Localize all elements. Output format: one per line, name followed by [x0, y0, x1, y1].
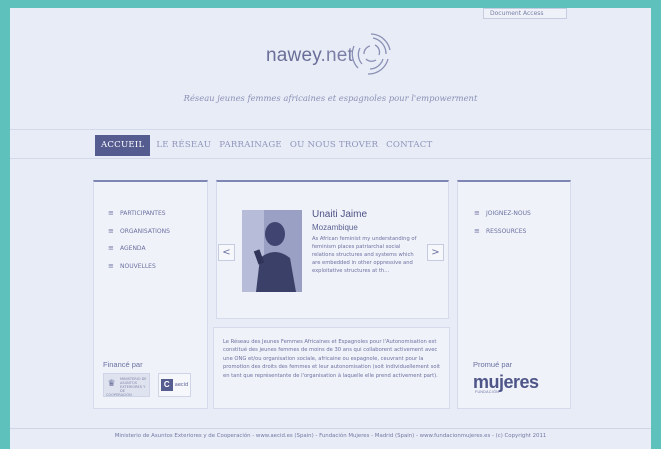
fundacion-label: FUNDACIÓN	[475, 390, 500, 394]
stack-icon: ≡	[108, 244, 114, 253]
main-nav: ACCUEIL LE RÉSEAU PARRAINAGE OU NOUS TRO…	[95, 135, 436, 156]
site-logo[interactable]: nawey.net	[266, 45, 353, 67]
tagline: Réseau jeunes femmes africaines et espag…	[183, 93, 478, 103]
right-menu: ≡ JOIGNEZ-NOUS ≡ RESSOURCES	[474, 205, 531, 240]
aecid-logo-text: aecid	[174, 382, 189, 388]
nav-item-parrainage[interactable]: PARRAINAGE	[215, 135, 286, 156]
left-sidebar: ≡ PARTICIPANTES ≡ ORGANISATIONS ≡ AGENDA ≡ N…	[93, 180, 208, 409]
stack-icon: ≡	[474, 209, 480, 218]
nav-item-le-reseau[interactable]: LE RÉSEAU	[152, 135, 215, 156]
menu-item-label: RESSOURCES	[486, 227, 527, 235]
stack-icon: ≡	[474, 226, 480, 235]
mujeres-logo[interactable]: mujeres	[473, 373, 539, 391]
featured-name[interactable]: Unaiti Jaime	[312, 209, 367, 220]
menu-item-organisations[interactable]: ≡ ORGANISATIONS	[108, 223, 170, 241]
menu-item-label: PARTICIPANTES	[120, 210, 166, 218]
nav-item-contact[interactable]: CONTACT	[382, 135, 436, 156]
financed-by-label: Financé par	[103, 360, 143, 369]
menu-item-label: JOIGNEZ-NOUS	[486, 210, 531, 218]
intro-box: Le Réseau des Jeunes Femmes Africaines e…	[213, 327, 450, 409]
aecid-logo[interactable]: Caecid	[158, 373, 191, 397]
featured-photo	[242, 210, 302, 292]
header-divider	[10, 129, 651, 130]
menu-item-agenda[interactable]: ≡ AGENDA	[108, 240, 170, 258]
footer-text: Ministerio de Asuntos Exteriores y de Co…	[114, 433, 547, 439]
menu-item-nouvelles[interactable]: ≡ NOUVELLES	[108, 258, 170, 276]
swirl-logo-icon	[351, 33, 391, 75]
menu-item-label: AGENDA	[120, 245, 146, 253]
menu-item-ressources[interactable]: ≡ RESSOURCES	[474, 223, 531, 241]
prev-arrow-button[interactable]: <	[218, 244, 235, 261]
ministry-logo[interactable]: ♛ MINISTERIO DE ASUNTOS EXTERIORES Y DE C…	[103, 373, 150, 397]
page: Document Access nawey.net Réseau jeunes …	[10, 8, 651, 449]
logo-main-text: nawey	[266, 45, 321, 66]
featured-slider: < Unaiti Jaime Mozambique As African fem…	[216, 180, 449, 319]
featured-excerpt: As African feminist my understanding of …	[312, 236, 417, 275]
featured-country: Mozambique	[312, 223, 358, 232]
footer-divider	[10, 428, 651, 429]
promoted-by-label: Promué par	[473, 360, 513, 369]
menu-item-label: NOUVELLES	[120, 262, 156, 270]
document-access-button[interactable]: Document Access	[483, 8, 567, 19]
nav-item-ou-nous-trover[interactable]: OU NOUS TROVER	[286, 135, 382, 156]
coat-of-arms-icon: ♛	[107, 379, 116, 389]
menu-item-label: ORGANISATIONS	[120, 227, 170, 235]
next-arrow-button[interactable]: >	[427, 244, 444, 261]
menu-item-joignez-nous[interactable]: ≡ JOIGNEZ-NOUS	[474, 205, 531, 223]
left-menu: ≡ PARTICIPANTES ≡ ORGANISATIONS ≡ AGENDA ≡ N…	[108, 205, 170, 275]
stack-icon: ≡	[108, 209, 114, 218]
stack-icon: ≡	[108, 226, 114, 235]
intro-text: Le Réseau des Jeunes Femmes Africaines e…	[223, 339, 441, 379]
menu-item-participantes[interactable]: ≡ PARTICIPANTES	[108, 205, 170, 223]
nav-item-accueil[interactable]: ACCUEIL	[95, 135, 151, 156]
stack-icon: ≡	[108, 261, 114, 270]
nav-divider	[10, 158, 651, 159]
aecid-c-icon: C	[160, 379, 173, 391]
right-sidebar: ≡ JOIGNEZ-NOUS ≡ RESSOURCES Promué par muj…	[457, 180, 571, 409]
